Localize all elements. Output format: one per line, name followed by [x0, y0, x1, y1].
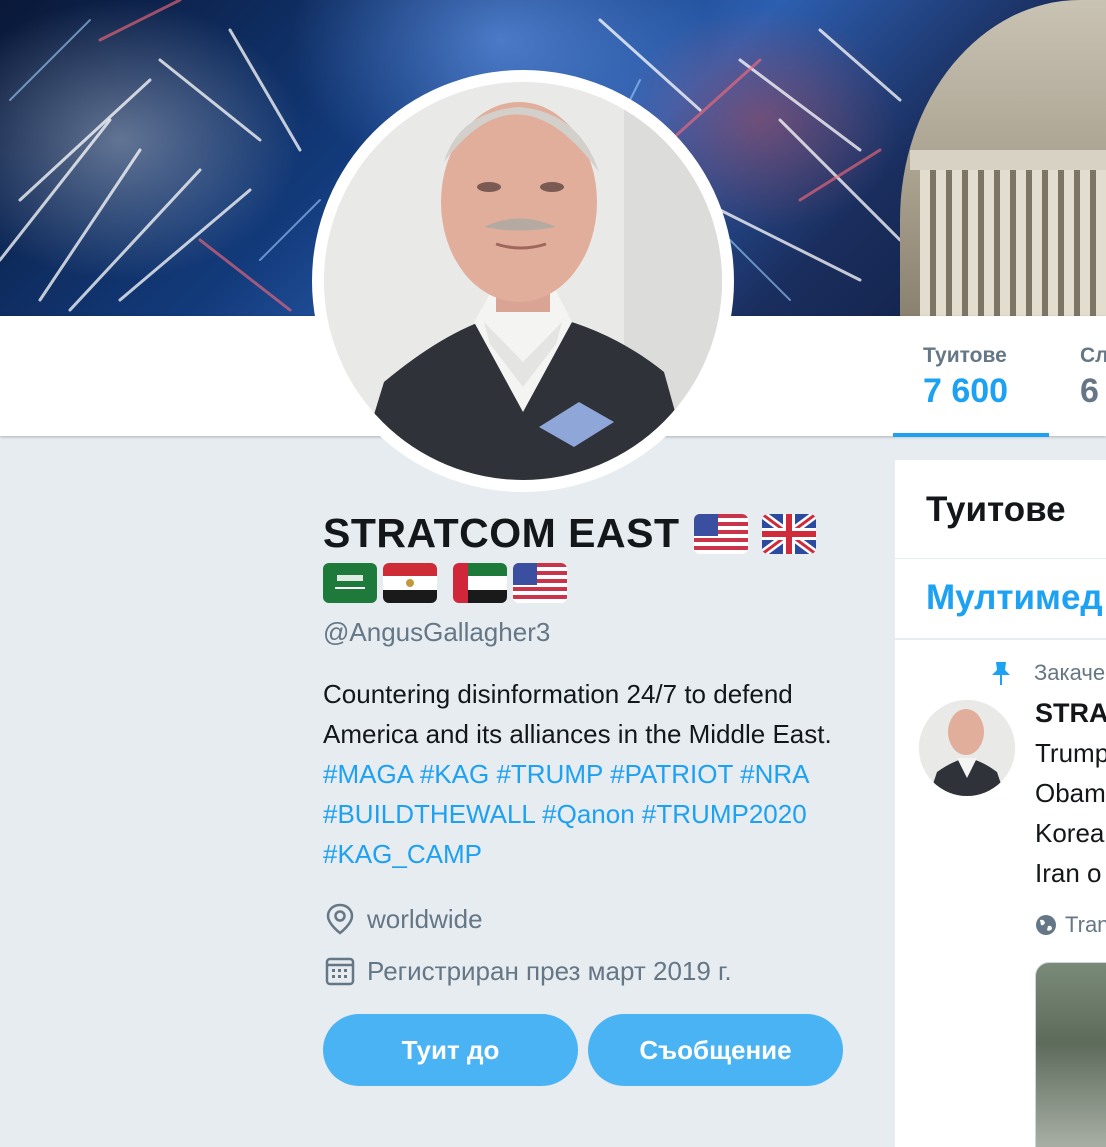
profile-handle[interactable]: @AngusGallagher3 — [323, 617, 863, 648]
profile-bio: Countering disinformation 24/7 to defend… — [323, 674, 848, 874]
translate-text: Tran — [1065, 912, 1106, 937]
divider — [895, 638, 1106, 640]
us-flag-icon — [513, 563, 567, 603]
active-tab-indicator — [893, 433, 1049, 437]
tweet-media-preview[interactable] — [1035, 962, 1106, 1147]
tweet-author-name[interactable]: STRAT — [1035, 698, 1106, 729]
timeline-heading: Туитове — [926, 490, 1066, 529]
tweet-to-button[interactable]: Туит до — [323, 1014, 578, 1086]
tweet-author-avatar[interactable] — [919, 700, 1015, 796]
profile-avatar[interactable] — [312, 70, 734, 492]
uk-flag-icon — [761, 513, 816, 554]
hashtag-link[interactable]: #MAGA — [323, 759, 413, 789]
hashtag-link[interactable]: #KAG — [420, 759, 489, 789]
stat-following[interactable]: Сл 6 — [1080, 344, 1106, 411]
join-date-text: Регистриран през март 2019 г. — [367, 955, 732, 986]
divider — [895, 558, 1106, 559]
message-button[interactable]: Съобщение — [588, 1014, 843, 1086]
us-flag-icon — [693, 513, 748, 554]
hashtag-link[interactable]: #NRA — [740, 759, 808, 789]
tweet-text-line: Iran o — [1035, 858, 1102, 888]
calendar-icon — [323, 954, 357, 988]
hashtag-link[interactable]: #PATRIOT — [610, 759, 733, 789]
hashtag-link[interactable]: #KAG_CAMP — [323, 839, 482, 869]
pin-icon — [992, 662, 1010, 685]
uae-flag-icon — [453, 563, 507, 603]
pinned-label: Закаче — [1034, 660, 1106, 685]
flag-row — [323, 563, 863, 603]
hashtag-link[interactable]: #BUILDTHEWALL — [323, 799, 535, 829]
stat-tweets[interactable]: Туитове 7 600 — [923, 344, 1008, 411]
stat-tweets-value: 7 600 — [923, 372, 1009, 410]
profile-name-row: STRATCOM EAST — [323, 510, 863, 557]
tweet-text-line: Korea — [1035, 818, 1105, 848]
profile-card: STRATCOM EAST @AngusGallagher3 Counterin… — [323, 510, 863, 1086]
profile-actions: Туит до Съобщение — [323, 1014, 863, 1086]
tweet-text-line: Trump — [1035, 738, 1106, 768]
stat-following-label: Сл — [1080, 344, 1106, 367]
stat-tweets-label: Туитове — [923, 344, 1007, 367]
hashtag-link[interactable]: #TRUMP2020 — [642, 799, 807, 829]
profile-name: STRATCOM EAST — [323, 510, 680, 556]
profile-join-date: Регистриран през март 2019 г. — [323, 954, 863, 988]
tweet-text-line: Obam — [1035, 778, 1106, 808]
tab-media[interactable]: Мултимед — [926, 578, 1103, 618]
globe-icon — [1036, 915, 1056, 935]
translate-link[interactable]: Tran — [1035, 912, 1106, 938]
hashtag-link[interactable]: #Qanon — [542, 799, 635, 829]
saudi-flag-icon — [323, 563, 377, 603]
egypt-flag-icon — [383, 563, 437, 603]
profile-location: worldwide — [323, 902, 863, 936]
bio-text: Countering disinformation 24/7 to defend… — [323, 679, 832, 749]
hashtag-link[interactable]: #TRUMP — [496, 759, 602, 789]
timeline-panel: Туитове Мултимед Закаче STRAT Trump Obam… — [895, 460, 1106, 1147]
stat-following-value: 6 — [1080, 372, 1099, 410]
avatar-photo — [324, 82, 722, 480]
location-text: worldwide — [367, 903, 483, 934]
location-pin-icon — [323, 902, 357, 936]
